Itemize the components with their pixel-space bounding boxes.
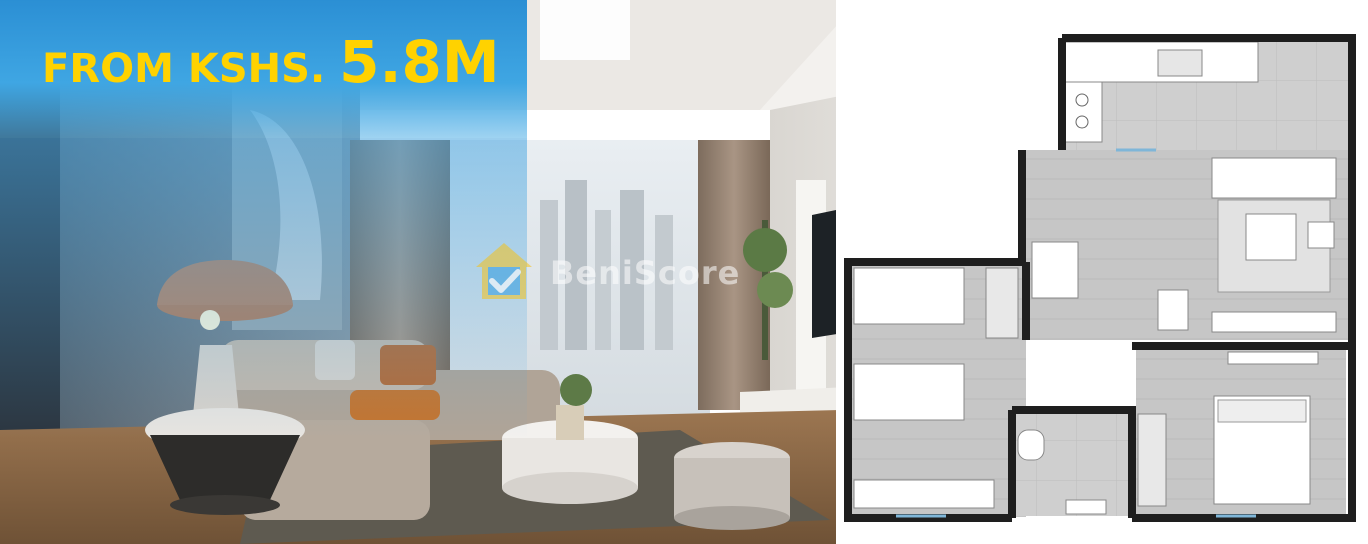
listing-banner: FROM KSHS. 5.8M BeniScore <box>0 0 1368 544</box>
price-banner: FROM KSHS. 5.8M <box>0 0 527 438</box>
floor-plan <box>836 0 1368 544</box>
house-check-icon <box>472 239 536 307</box>
watermark: BeniScore <box>472 238 740 308</box>
watermark-brand: BeniScore <box>550 254 741 292</box>
price-prefix: FROM KSHS. <box>42 46 326 92</box>
price-headline: FROM KSHS. 5.8M <box>42 28 500 108</box>
price-amount: 5.8M <box>339 28 500 96</box>
